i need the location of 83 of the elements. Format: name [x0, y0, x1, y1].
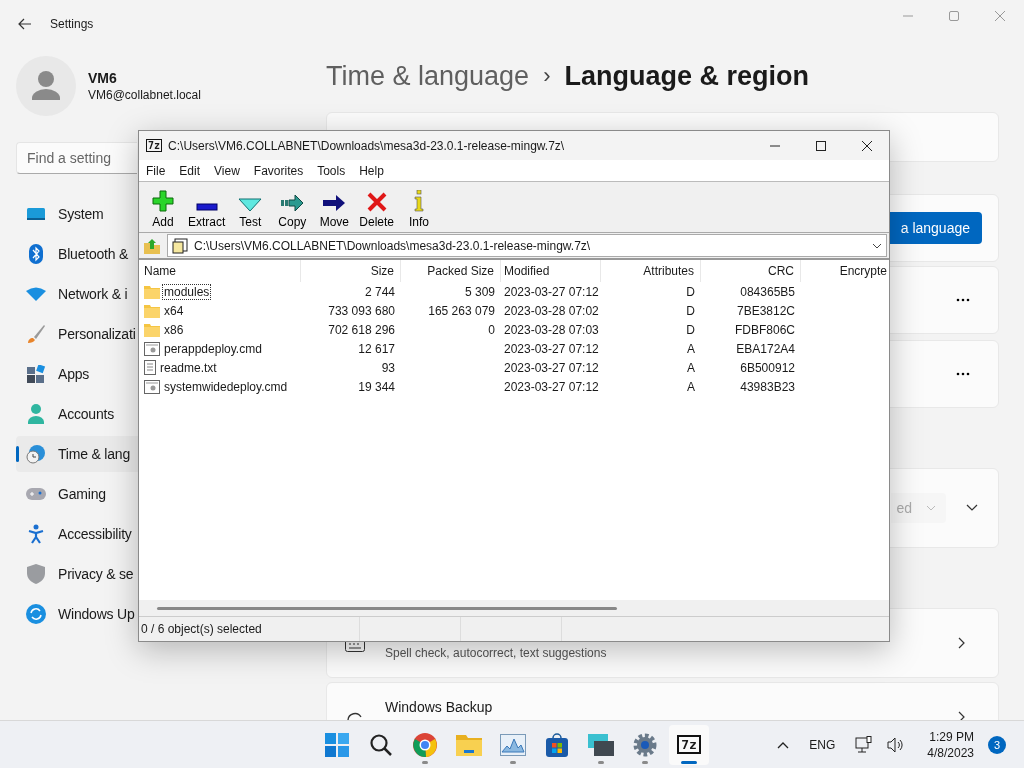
table-cell-text: A [686, 360, 696, 375]
nav-item[interactable]: Apps [16, 356, 138, 392]
user-email: VM6@collabnet.local [88, 88, 201, 102]
menu-item[interactable]: Help [359, 163, 391, 178]
table-cell-text: 7BE3812C [735, 303, 796, 318]
nav-item[interactable]: System [16, 196, 138, 232]
toolbar-button[interactable]: Copy [271, 185, 314, 229]
table-cell-text: 43983B23 [739, 379, 796, 394]
toolbar-button[interactable]: Move [313, 185, 356, 229]
nav-item[interactable]: Windows Up [16, 596, 138, 632]
notification-badge[interactable]: 3 [988, 735, 1006, 754]
table-cell-text: 733 093 680 [327, 303, 396, 318]
table-cell-text: 0 [487, 322, 496, 337]
table-cell-text: 5 309 [463, 284, 496, 299]
toolbar-button[interactable]: Extract [184, 185, 230, 229]
table-cell-text: D [685, 322, 696, 337]
table-cell-text: 2023-03-27 07:12 [503, 379, 600, 394]
menu-item[interactable]: View [214, 163, 247, 178]
app-logo: 7z [677, 735, 701, 754]
nav-item[interactable]: Personalizati [16, 316, 138, 352]
table-cell-text: 2023-03-27 07:12 [503, 341, 600, 356]
clock[interactable]: 1:29 PM 4/8/2023 [927, 729, 974, 760]
nav-item[interactable]: Bluetooth & [16, 236, 138, 272]
nav-item[interactable]: Gaming [16, 476, 138, 512]
file-name-cell[interactable]: systemwidedeploy.cmd [143, 378, 301, 395]
menu-item[interactable]: Edit [179, 163, 208, 178]
file-name-cell[interactable]: x86 [143, 321, 301, 338]
app-logo: 7z [146, 139, 163, 152]
window-title: C:\Users\VM6.COLLABNET\Downloads\mesa3d-23.0.1-release-mingw.7z\ [168, 138, 565, 153]
add-language-button[interactable]: a language [890, 212, 982, 244]
column-header[interactable]: Packed Size [401, 260, 501, 282]
toolbar-button[interactable]: Info [398, 185, 441, 229]
language-indicator[interactable]: ENG [809, 737, 836, 752]
column-header[interactable]: Encrypte [801, 260, 887, 282]
file-name-cell[interactable]: perappdeploy.cmd [143, 340, 301, 357]
table-cell-text: 084365B5 [739, 284, 796, 299]
table-cell-text: 19 344 [357, 379, 396, 394]
breadcrumb-parent[interactable]: Time & language [326, 60, 530, 92]
card-subtitle: Spell check, autocorrect, text suggestions [385, 646, 607, 660]
toolbar-button[interactable]: Delete [355, 185, 399, 229]
table-cell-text: 12 617 [357, 341, 396, 356]
table-cell-text: FDBF806C [733, 322, 796, 337]
table-cell-text: 702 618 296 [327, 322, 396, 337]
table-cell-text: 93 [380, 360, 396, 375]
table-cell-text: 2 744 [363, 284, 396, 299]
search-field[interactable]: Find a setting [16, 142, 137, 174]
breadcrumb-separator: › [543, 63, 551, 89]
nav-item[interactable]: Network & i [16, 276, 138, 312]
menu-item[interactable]: File [146, 163, 173, 178]
taskbar-app[interactable]: 7z [669, 724, 709, 765]
table-cell-text: 2023-03-28 07:02 [503, 303, 600, 318]
app-title: Settings [50, 17, 94, 31]
page-title: Language & region [564, 60, 809, 92]
table-cell-text: 2023-03-27 07:12 [503, 284, 600, 299]
file-name-cell[interactable]: readme.txt [143, 359, 301, 376]
toolbar-button[interactable]: Add [142, 185, 184, 229]
column-header[interactable]: Attributes [601, 260, 701, 282]
address-field[interactable]: C:\Users\VM6.COLLABNET\Downloads\mesa3d-23.0.1-release-mingw.7z\ [167, 234, 887, 257]
file-name-cell[interactable]: modules [143, 283, 301, 300]
status-text: 0 / 6 object(s) selected [140, 622, 263, 636]
nav-item[interactable]: Time & lang [16, 436, 138, 472]
table-cell-text: A [686, 341, 696, 356]
table-cell-text: EBA172A4 [735, 341, 796, 356]
table-cell-text: A [686, 379, 696, 394]
column-header[interactable]: Name [143, 260, 301, 282]
file-name-cell[interactable]: x64 [143, 302, 301, 319]
table-cell-text: 2023-03-28 07:03 [503, 322, 600, 337]
nav-item[interactable]: Privacy & se [16, 556, 138, 592]
toolbar-button[interactable]: Test [229, 185, 272, 229]
table-cell-text: 2023-03-27 07:12 [503, 360, 600, 375]
menu-item[interactable]: Favorites [253, 163, 311, 178]
column-header[interactable]: Size [301, 260, 401, 282]
column-header[interactable]: Modified [501, 260, 601, 282]
table-cell-text: 6B500912 [739, 360, 796, 375]
user-name: VM6 [88, 70, 118, 86]
table-cell-text: 165 263 079 [427, 303, 496, 318]
table-cell-text: D [685, 303, 696, 318]
column-header[interactable]: CRC [701, 260, 801, 282]
nav-item[interactable]: Accounts [16, 396, 138, 432]
nav-item[interactable]: Accessibility [16, 516, 138, 552]
table-cell-text: D [685, 284, 696, 299]
card-title: Windows Backup [385, 699, 493, 715]
menu-item[interactable]: Tools [317, 163, 353, 178]
